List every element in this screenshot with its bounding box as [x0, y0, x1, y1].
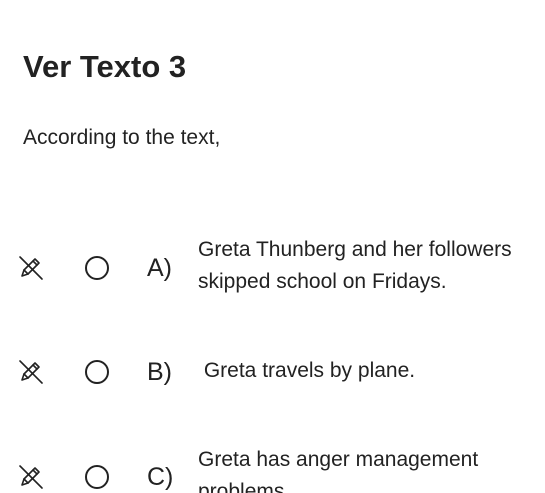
question-prompt: According to the text, — [23, 126, 221, 149]
eliminate-option-a-pencil-icon[interactable] — [17, 253, 45, 281]
eliminate-option-b-pencil-icon[interactable] — [17, 357, 45, 385]
eliminate-option-c-pencil-icon[interactable] — [17, 462, 45, 490]
option-b-radio[interactable] — [85, 360, 109, 384]
option-b-letter: B) — [147, 358, 172, 386]
option-c: C) Greta has anger management problems. — [0, 444, 545, 493]
option-c-letter: C) — [147, 463, 174, 491]
page-title: Ver Texto 3 — [23, 49, 187, 84]
option-a-radio[interactable] — [85, 256, 109, 280]
question-page: Ver Texto 3 According to the text, A) Gr… — [0, 0, 545, 493]
option-c-radio[interactable] — [85, 465, 109, 489]
option-b-text[interactable]: Greta travels by plane. — [198, 355, 533, 387]
option-a-text[interactable]: Greta Thunberg and her followers skipped… — [198, 234, 533, 298]
option-b: B) Greta travels by plane. — [0, 354, 545, 390]
option-a: A) Greta Thunberg and her followers skip… — [0, 234, 545, 298]
option-c-text[interactable]: Greta has anger management problems. — [198, 444, 533, 493]
option-a-letter: A) — [147, 254, 172, 282]
